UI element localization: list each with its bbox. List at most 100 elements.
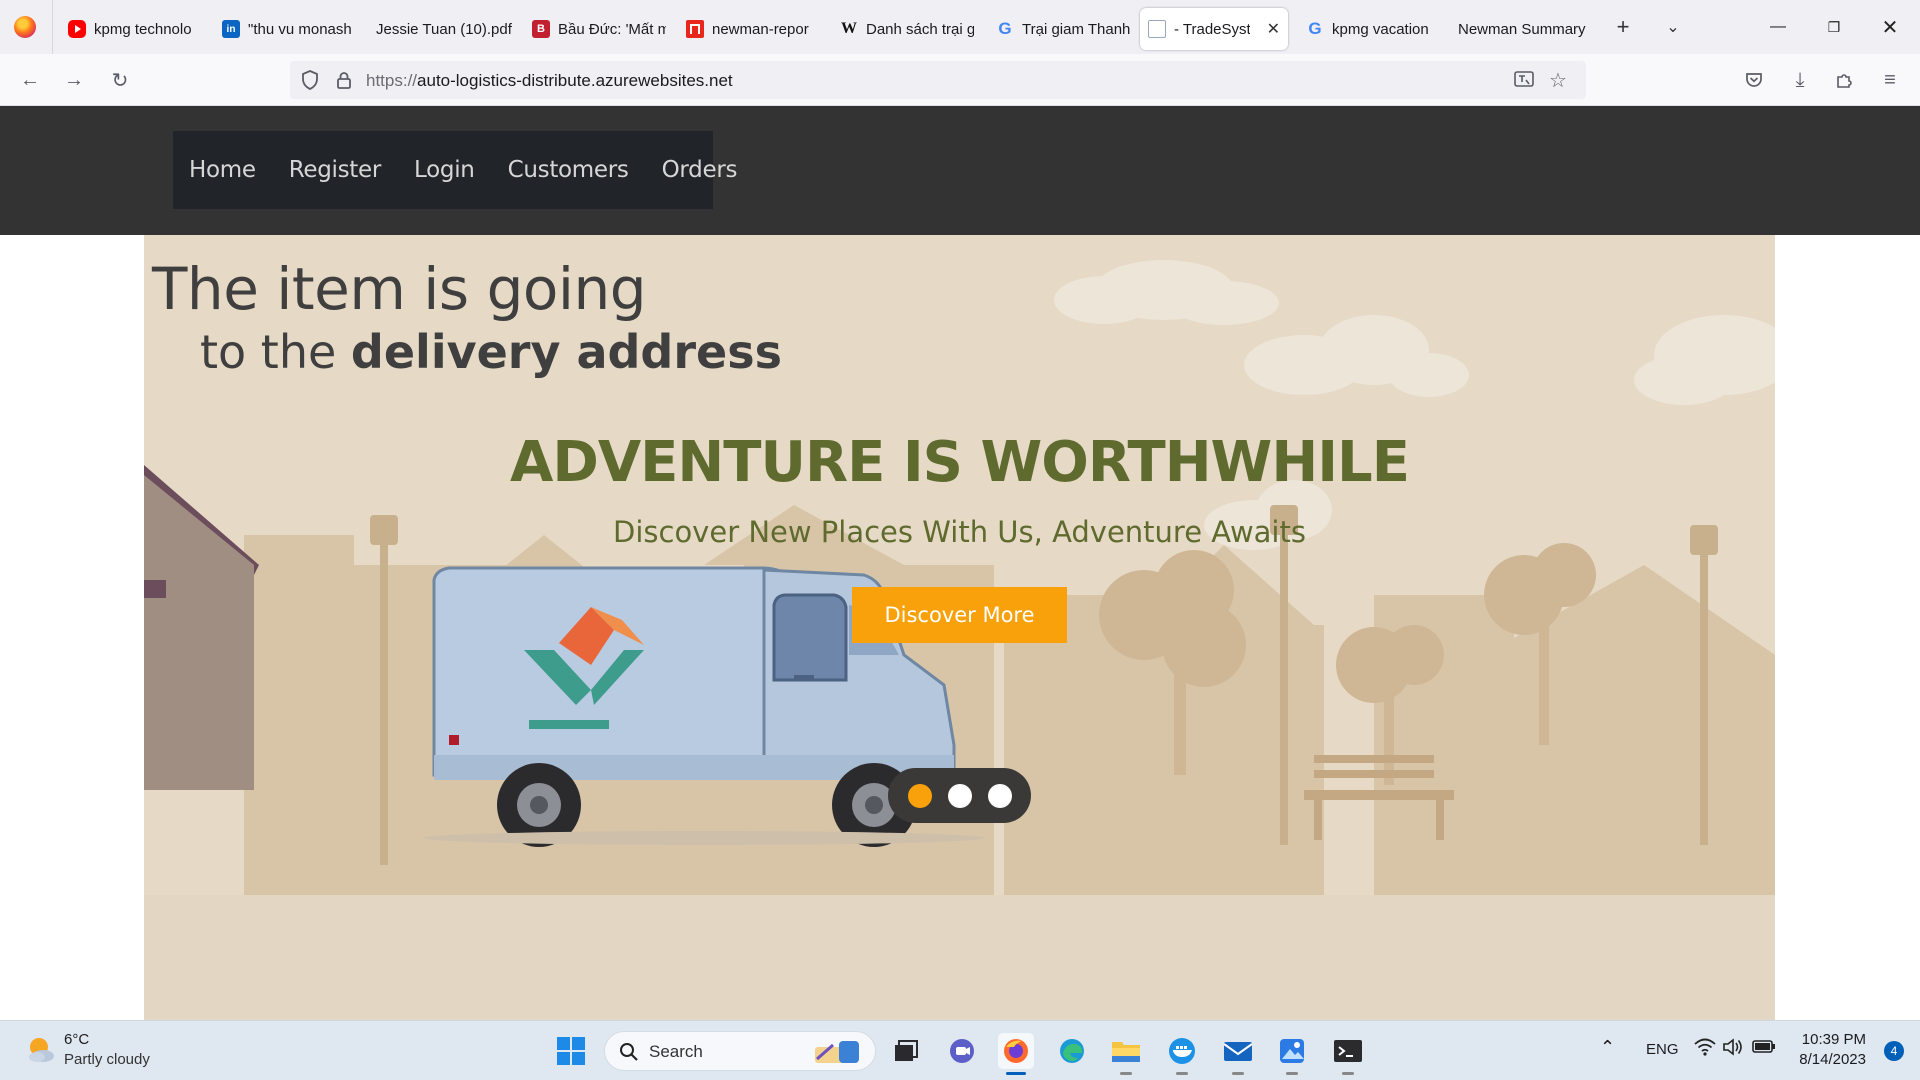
url-protocol: https:// — [366, 71, 418, 90]
hero-carousel: The item is going to the delivery addres… — [144, 235, 1775, 1020]
url-host: auto-logistics-distribute.azurewebsites.… — [417, 71, 733, 90]
hero-subtitle: Discover New Places With Us, Adventure A… — [613, 515, 1306, 549]
firefox-menu-icon[interactable] — [14, 16, 36, 38]
running-app-indicator — [1232, 1072, 1244, 1075]
photos-icon[interactable] — [1274, 1033, 1310, 1075]
browser-toolbar: ← → ↻ https://auto-logistics-distribute.… — [0, 54, 1920, 106]
wifi-icon[interactable] — [1694, 1037, 1716, 1061]
tab-tradesystem-active[interactable]: - TradeSyste ✕ — [1140, 8, 1288, 50]
task-view-icon[interactable] — [888, 1033, 924, 1069]
nav-link-register[interactable]: Register — [289, 157, 382, 183]
nav-link-login[interactable]: Login — [414, 157, 475, 183]
discover-more-button[interactable]: Discover More — [852, 587, 1067, 643]
language-indicator[interactable]: ENG — [1646, 1041, 1679, 1058]
browser-tab-strip: kpmg technolo in "thu vu monash Jessie T… — [0, 0, 1920, 54]
windows-taskbar: 6°C Partly cloudy Search ⌃ ENG 10:39 PM … — [0, 1020, 1920, 1080]
close-window-icon[interactable]: ✕ — [1872, 12, 1908, 42]
tab-label: newman-repor — [712, 20, 809, 38]
search-highlight-icon — [815, 1041, 859, 1063]
search-icon — [620, 1043, 638, 1061]
tab-newman-report[interactable]: newman-repor — [680, 8, 820, 50]
new-tab-icon[interactable]: + — [1610, 14, 1636, 40]
pocket-icon[interactable] — [1740, 66, 1768, 94]
headline-word: The item — [152, 255, 406, 323]
forward-icon[interactable]: → — [60, 66, 88, 94]
terminal-icon[interactable] — [1330, 1033, 1366, 1075]
site-nav: Home Register Login Customers Orders — [173, 131, 737, 209]
linkedin-icon: in — [222, 20, 240, 38]
nav-link-home[interactable]: Home — [189, 157, 256, 183]
youtube-icon — [68, 20, 86, 38]
tab-newman-summary[interactable]: Newman Summary — [1452, 8, 1594, 50]
tab-google-search-1[interactable]: G Trại giam Thanh — [990, 8, 1130, 50]
running-app-indicator — [1286, 1072, 1298, 1075]
tab-pdf-document[interactable]: Jessie Tuan (10).pdf — [370, 8, 520, 50]
taskbar-search[interactable]: Search — [604, 1031, 876, 1071]
file-explorer-icon[interactable] — [1108, 1033, 1144, 1075]
minimize-icon[interactable]: — — [1760, 12, 1796, 42]
tab-news-article[interactable]: B Bầu Đức: 'Mất m — [526, 8, 666, 50]
carousel-dot-1[interactable] — [907, 783, 932, 808]
tab-kpmg-technology[interactable]: kpmg technolo — [62, 8, 202, 50]
tab-google-search-2[interactable]: G kpmg vacation — [1300, 8, 1440, 50]
url-bar[interactable]: https://auto-logistics-distribute.azurew… — [290, 61, 1586, 99]
downloads-icon[interactable]: ⤓ — [1786, 66, 1814, 94]
reload-icon[interactable]: ↻ — [106, 66, 134, 94]
news-icon: B — [532, 20, 550, 38]
headline-word: going — [486, 255, 647, 323]
headline-word: to the — [200, 325, 351, 379]
clock-time[interactable]: 10:39 PM — [1802, 1031, 1866, 1048]
mail-icon[interactable] — [1220, 1033, 1256, 1075]
headline-word-bold: delivery address — [350, 325, 782, 379]
weather-description: Partly cloudy — [64, 1051, 150, 1068]
tab-separator — [52, 0, 53, 54]
edge-icon[interactable] — [1054, 1033, 1090, 1069]
weather-temperature: 6°C — [64, 1031, 90, 1048]
clock-date[interactable]: 8/14/2023 — [1799, 1051, 1866, 1068]
running-app-indicator — [1342, 1072, 1354, 1075]
tab-label: Jessie Tuan (10).pdf — [376, 20, 512, 38]
tab-label: "thu vu monash — [248, 20, 352, 38]
restore-icon[interactable]: ❐ — [1816, 12, 1852, 42]
windows-start-icon[interactable] — [553, 1033, 589, 1069]
nav-link-customers[interactable]: Customers — [508, 157, 629, 183]
carousel-indicators — [888, 768, 1031, 823]
battery-icon[interactable] — [1752, 1038, 1776, 1058]
close-tab-icon[interactable]: ✕ — [1267, 19, 1280, 39]
translate-icon[interactable] — [1510, 66, 1538, 94]
extensions-icon[interactable] — [1830, 66, 1858, 94]
google-icon: G — [998, 19, 1012, 38]
tab-label: Bầu Đức: 'Mất m — [558, 20, 666, 38]
lock-icon[interactable] — [330, 66, 358, 94]
wikipedia-icon: W — [841, 20, 857, 37]
tab-label: Trại giam Thanh — [1022, 20, 1130, 38]
volume-icon[interactable] — [1722, 1037, 1744, 1061]
newman-icon — [686, 20, 704, 38]
teams-chat-icon[interactable] — [944, 1033, 980, 1069]
active-app-indicator — [1006, 1072, 1026, 1075]
page-icon — [1148, 20, 1166, 38]
show-hidden-icons-chevron-icon[interactable]: ⌃ — [1600, 1037, 1615, 1058]
carousel-dot-3[interactable] — [987, 783, 1012, 808]
animated-headline: The item is going to the delivery addres… — [152, 255, 782, 379]
firefox-taskbar-icon[interactable] — [998, 1033, 1034, 1075]
tab-label: - TradeSyste — [1174, 20, 1250, 38]
animated-headline-line-2: to the delivery address — [200, 325, 782, 379]
running-app-indicator — [1176, 1072, 1188, 1075]
google-icon: G — [1308, 19, 1322, 38]
carousel-dot-2[interactable] — [947, 783, 972, 808]
tab-wikipedia[interactable]: W Danh sách trại g — [834, 8, 974, 50]
animated-headline-line-1: The item is going — [152, 255, 782, 323]
bookmark-star-icon[interactable]: ☆ — [1544, 66, 1572, 94]
tab-label: kpmg vacation — [1332, 20, 1429, 38]
back-icon[interactable]: ← — [16, 66, 44, 94]
partly-cloudy-icon — [29, 1038, 54, 1062]
tracking-shield-icon[interactable] — [296, 66, 324, 94]
docker-icon[interactable] — [1164, 1033, 1200, 1075]
url-text[interactable]: https://auto-logistics-distribute.azurew… — [366, 71, 733, 91]
nav-link-orders[interactable]: Orders — [662, 157, 738, 183]
hamburger-menu-icon[interactable]: ≡ — [1876, 66, 1904, 94]
tab-linkedin-search[interactable]: in "thu vu monash — [216, 8, 356, 50]
list-all-tabs-icon[interactable]: ⌄ — [1660, 14, 1686, 40]
notification-badge[interactable]: 4 — [1884, 1041, 1904, 1061]
